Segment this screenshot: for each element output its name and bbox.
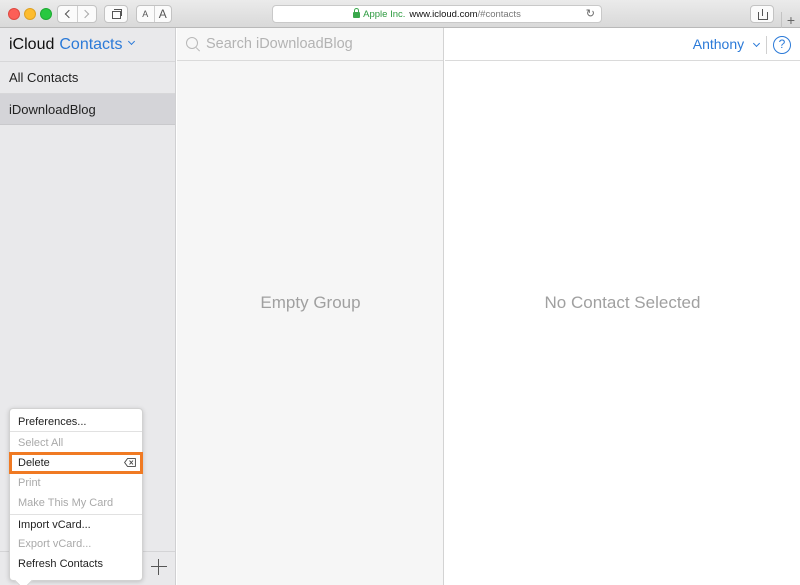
decrease-font-button[interactable]: A xyxy=(137,6,154,22)
url-organization: Apple Inc. xyxy=(363,8,406,20)
new-tab-button[interactable]: + xyxy=(781,12,800,28)
reload-icon[interactable]: ↻ xyxy=(586,7,595,20)
account-name: Anthony xyxy=(692,36,745,52)
font-size-controls: A A xyxy=(136,5,172,23)
actions-menu: Preferences... Select All Delete Print M… xyxy=(9,408,143,581)
share-button[interactable] xyxy=(750,5,774,23)
chevron-down-icon xyxy=(752,39,761,48)
address-bar[interactable]: Apple Inc. www.icloud.com/#contacts ↻ xyxy=(272,5,602,23)
menu-item-refresh-contacts[interactable]: Refresh Contacts xyxy=(10,554,142,574)
icloud-brand: iCloud xyxy=(9,35,55,53)
menu-item-delete-label: Delete xyxy=(18,457,50,469)
browser-toolbar: A A Apple Inc. www.icloud.com/#contacts … xyxy=(0,0,800,28)
detail-header: Anthony ? xyxy=(445,28,800,61)
account-menu[interactable]: Anthony xyxy=(692,36,761,52)
menu-item-export-vcard: Export vCard... xyxy=(18,538,92,550)
header-divider xyxy=(766,36,767,54)
increase-font-button[interactable]: A xyxy=(153,6,172,22)
search-input[interactable] xyxy=(206,36,426,52)
minimize-window-button[interactable] xyxy=(24,8,36,20)
lock-icon xyxy=(353,8,361,18)
history-nav xyxy=(57,5,97,23)
menu-item-import-vcard[interactable]: Import vCard... xyxy=(10,514,142,534)
contact-list-pane: Empty Group xyxy=(177,28,444,585)
url-host: www.icloud.com xyxy=(409,8,478,20)
back-button[interactable] xyxy=(58,6,77,22)
show-tabs-button[interactable] xyxy=(104,5,128,23)
menu-item-delete[interactable]: Delete xyxy=(9,452,143,474)
maximize-window-button[interactable] xyxy=(40,8,52,20)
sidebar-item-all-contacts[interactable]: All Contacts xyxy=(0,61,175,93)
contacts-app: iCloud Contacts All Contacts iDownloadBl… xyxy=(0,28,800,585)
chevron-right-icon xyxy=(81,9,90,19)
close-window-button[interactable] xyxy=(8,8,20,20)
no-contact-message: No Contact Selected xyxy=(544,293,701,312)
chevron-down-icon[interactable] xyxy=(127,37,135,46)
menu-item-select-all: Select All xyxy=(18,437,64,449)
menu-item-print: Print xyxy=(18,477,41,489)
add-contact-button[interactable] xyxy=(150,558,168,576)
sidebar-item-idownloadblog[interactable]: iDownloadBlog xyxy=(0,93,175,125)
forward-button[interactable] xyxy=(76,6,97,22)
search-icon xyxy=(185,36,201,52)
contact-detail-pane: Anthony ? No Contact Selected xyxy=(445,28,800,585)
chevron-left-icon xyxy=(64,9,73,19)
menu-item-make-my-card: Make This My Card xyxy=(18,497,114,509)
empty-group-message: Empty Group xyxy=(260,293,361,312)
url-path: /#contacts xyxy=(477,8,521,20)
menu-item-preferences[interactable]: Preferences... xyxy=(10,412,142,432)
app-header: iCloud Contacts xyxy=(0,28,175,61)
search-bar xyxy=(177,28,443,61)
app-switcher[interactable]: Contacts xyxy=(59,36,122,54)
help-button[interactable]: ? xyxy=(773,36,791,54)
delete-key-icon xyxy=(124,458,136,467)
